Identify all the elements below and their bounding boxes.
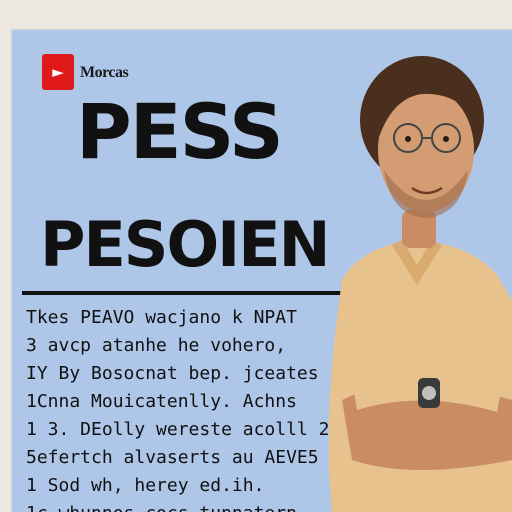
body-line: Tkes PEAVO wacjano k NPAT xyxy=(26,307,297,328)
play-icon: ► xyxy=(52,63,64,81)
body-line: 1 Sod wh, herey ed.ih. xyxy=(26,475,265,496)
headline-secondary: PESOIEN xyxy=(40,208,330,281)
person-photo xyxy=(322,40,512,512)
body-line: 1Cnna Mouicatenlly. Achns xyxy=(26,391,297,412)
body-text: Tkes PEAVO wacjano k NPAT 3 avcp atanhe … xyxy=(26,304,356,512)
body-line: IY By Bosocnat bep. jceates xyxy=(26,363,319,384)
brand-name: Morcas xyxy=(80,64,129,81)
body-line: 5efertch alvaserts au AEVE5 xyxy=(26,447,319,468)
body-line: 1c whunnos cocs tunnatern xyxy=(26,500,356,512)
photo-frame: ► Morcas PESS PESOIEN Tkes PEAVO wacjano… xyxy=(0,0,512,512)
divider-rule xyxy=(22,291,342,295)
headline-primary: PESS xyxy=(76,87,284,176)
logo-badge: ► xyxy=(42,54,74,90)
body-line: 3 avcp atanhe he vohero, xyxy=(26,335,287,356)
body-line: 1 3. DEolly wereste acolll 2.o xyxy=(26,419,352,440)
